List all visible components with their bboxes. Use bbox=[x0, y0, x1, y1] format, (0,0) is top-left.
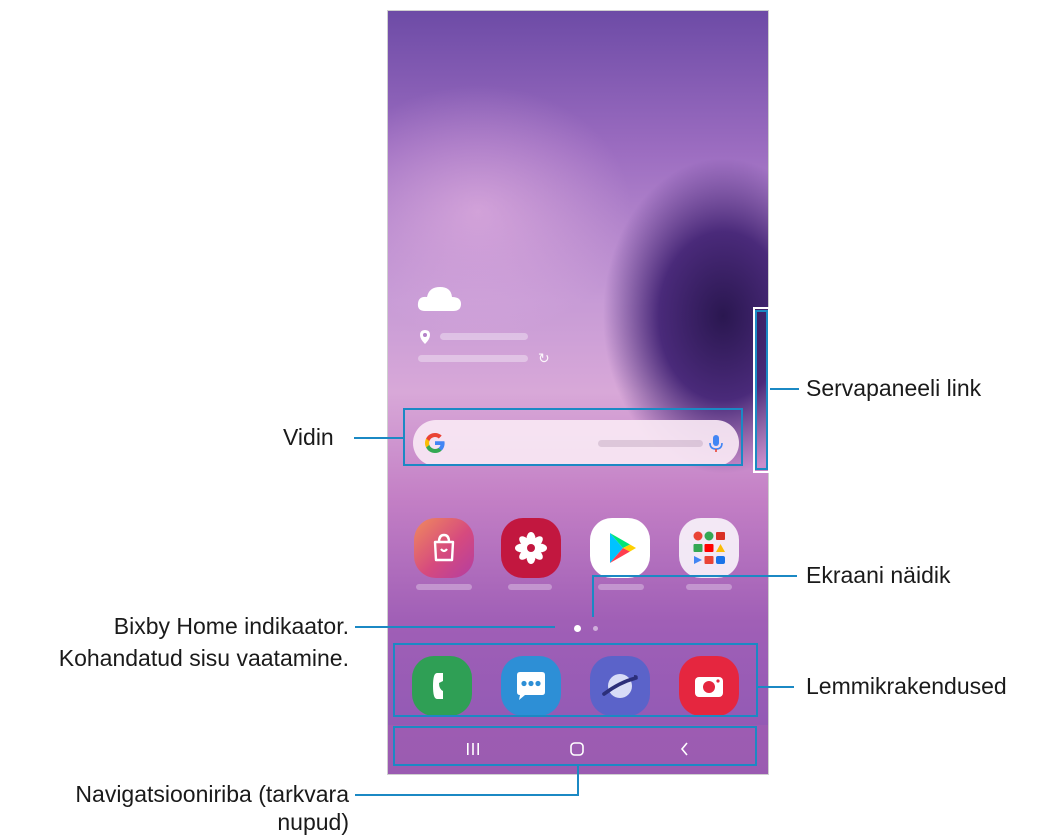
nav-leader-vertical bbox=[577, 766, 579, 795]
cloud-icon bbox=[417, 287, 461, 311]
app-label bbox=[416, 584, 472, 590]
app-folder-icon bbox=[693, 531, 725, 564]
google-folder-app[interactable] bbox=[679, 518, 739, 578]
shopping-bag-icon bbox=[433, 533, 455, 562]
vidin-leader-line bbox=[354, 437, 403, 439]
lemmik-leader-line bbox=[758, 686, 794, 688]
app-label bbox=[508, 584, 552, 590]
bixby-leader-line bbox=[355, 626, 555, 628]
location-pin-icon bbox=[420, 330, 430, 344]
page-indicator-active bbox=[574, 625, 581, 632]
galaxy-store-app[interactable] bbox=[414, 518, 474, 578]
flower-icon bbox=[515, 532, 547, 564]
ekraani-leader-vertical bbox=[592, 576, 594, 617]
weather-location-text bbox=[440, 333, 528, 340]
lemmik-label: Lemmikrakendused bbox=[806, 673, 1007, 699]
edge-panel-handle-callout bbox=[755, 310, 768, 470]
nav-label-line1: Navigatsiooniriba (tarkvara bbox=[75, 781, 349, 807]
servapaneeli-label: Servapaneeli link bbox=[806, 375, 982, 401]
bixby-label-line1: Bixby Home indikaator. bbox=[113, 613, 349, 639]
app-label bbox=[686, 584, 732, 590]
bixby-label-line2: Kohandatud sisu vaatamine. bbox=[58, 645, 349, 671]
refresh-icon[interactable]: ↻ bbox=[538, 350, 550, 367]
page-indicator bbox=[593, 626, 598, 631]
nav-leader-line bbox=[355, 794, 579, 796]
servapaneeli-leader-line bbox=[770, 388, 799, 390]
navigation-bar-callout-box bbox=[393, 726, 757, 766]
app-label bbox=[598, 584, 644, 590]
ekraani-leader-line bbox=[592, 575, 797, 577]
vidin-label: Vidin bbox=[283, 424, 334, 450]
ekraani-label: Ekraani näidik bbox=[806, 562, 951, 588]
play-triangle-icon bbox=[610, 533, 636, 563]
widget-callout-box bbox=[403, 408, 743, 466]
weather-updated-text bbox=[418, 355, 528, 362]
favorite-apps-callout-box bbox=[393, 643, 758, 717]
nav-label-line2: nupud) bbox=[277, 809, 349, 835]
gallery-app[interactable] bbox=[501, 518, 561, 578]
play-store-app[interactable] bbox=[590, 518, 650, 578]
